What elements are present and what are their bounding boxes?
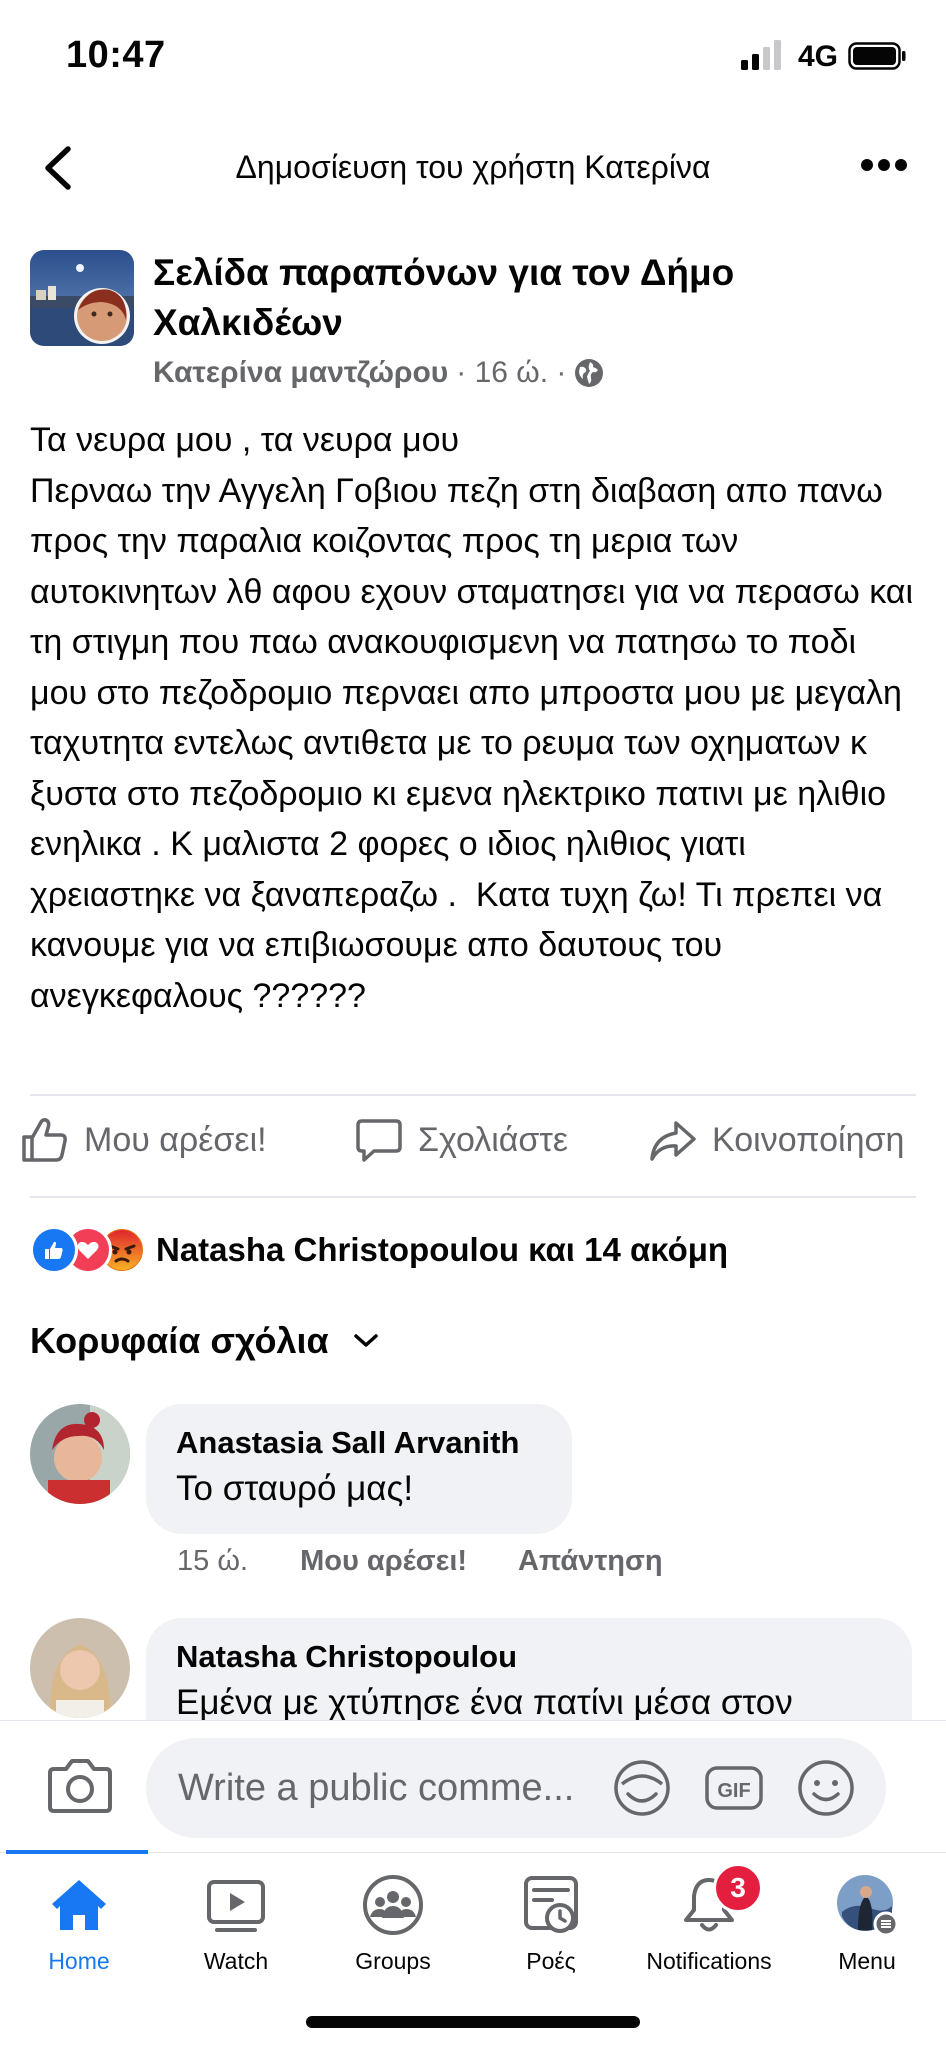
comment-bubble[interactable]: Anastasia Sall Arvanith Το σταυρό μας! [146,1404,572,1534]
page-title: Δημοσίευση του χρήστη Κατερίνα [235,149,711,185]
comment-author[interactable]: Anastasia Sall Arvanith [176,1422,542,1464]
camera-icon[interactable] [48,1755,112,1815]
commenter-avatar[interactable] [30,1618,130,1718]
avatar-menu-icon [837,1875,899,1937]
comment-text: Το σταυρό μας! [176,1469,414,1508]
reaction-names: Natasha Christopoulou και 14 ακόμη [156,1231,729,1268]
comment-reply-link[interactable]: Απάντηση [518,1545,663,1577]
groups-icon [363,1875,423,1935]
comment-time: 15 ώ. [177,1545,249,1577]
divider [0,1720,946,1721]
share-arrow-icon [650,1121,696,1161]
globe-icon [575,359,604,387]
page-name[interactable]: Σελίδα παραπόνων για τον Δήμο Χαλκιδέων [153,248,803,348]
post-text: Τα νευρα μου , τα νευρα μου Περναω την Α… [30,421,914,1015]
home-icon [52,1880,106,1930]
tab-label: Menu [838,1948,896,1974]
avatar-sticker-icon[interactable] [612,1758,672,1818]
comment-bubble-icon [356,1119,402,1162]
tab-watch[interactable]: Watch [157,1872,315,1975]
page-avatar[interactable] [30,250,134,346]
notification-badge: 3 [713,1863,763,1913]
comments-filter-label: Κορυφαία σχόλια [30,1320,329,1361]
post-time: · 16 ώ. · [456,356,567,389]
comment-like-link[interactable]: Μου αρέσει! [300,1545,467,1577]
reactions-summary[interactable]: Natasha Christopoulou και 14 ακόμη [30,1226,728,1274]
share-button[interactable]: Κοινοποίηση [648,1115,904,1165]
tab-home[interactable]: Home [0,1872,158,1975]
tab-groups[interactable]: Groups [314,1872,472,1975]
tab-notifications[interactable]: Notifications [630,1872,788,1975]
gif-icon[interactable]: GIF [704,1758,764,1818]
tab-label: Watch [203,1948,269,1974]
tab-feeds[interactable]: Ροές [472,1872,630,1975]
like-label: Μου αρέσει! [84,1120,267,1159]
comment-label: Σχολιάστε [418,1120,568,1159]
svg-text:GIF: GIF [717,1780,750,1802]
status-time: 10:47 [66,34,166,76]
more-options-icon[interactable] [860,158,908,172]
tab-label: Notifications [646,1948,772,1974]
like-reaction-icon [30,1226,78,1274]
comments-filter[interactable]: Κορυφαία σχόλια [30,1320,379,1362]
network-type: 4G [798,40,839,73]
comment-meta: 15 ώ. Μου αρέσει! Απάντηση [177,1545,707,1578]
post-meta: Κατερίνα μαντζώρου · 16 ώ. · [153,356,604,390]
chevron-down-icon [353,1334,378,1347]
signal-bars-icon [741,40,781,70]
commenter-avatar[interactable] [30,1404,130,1504]
comment-author[interactable]: Natasha Christopoulou [176,1636,882,1678]
like-button[interactable]: Μου αρέσει! [20,1115,267,1165]
comment-button[interactable]: Σχολιάστε [354,1115,568,1165]
post-author[interactable]: Κατερίνα μαντζώρου [153,356,448,390]
watch-icon [207,1880,265,1932]
active-tab-indicator [6,1850,148,1854]
divider [30,1196,916,1198]
tab-label: Groups [355,1948,431,1974]
divider [30,1094,916,1096]
share-label: Κοινοποίηση [712,1120,905,1159]
tab-label: Home [48,1948,110,1974]
tab-menu[interactable]: Menu [788,1872,946,1975]
comment-input[interactable] [146,1738,886,1838]
feeds-icon [524,1876,578,1933]
emoji-icon[interactable] [796,1758,856,1818]
thumbs-up-icon [22,1118,67,1162]
tab-label: Ροές [526,1948,576,1974]
home-indicator [306,2016,640,2028]
battery-icon [848,42,906,70]
